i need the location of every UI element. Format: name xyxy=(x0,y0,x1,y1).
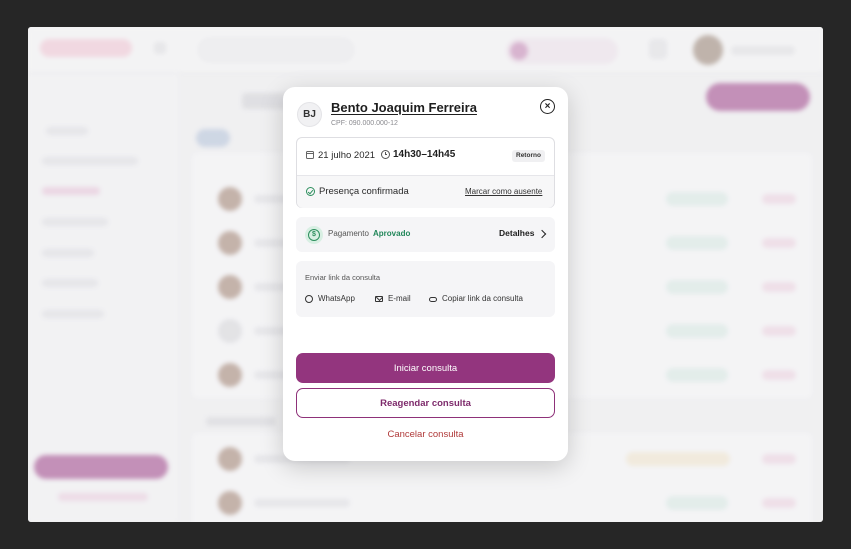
cancel-consultation-button[interactable]: Cancelar consulta xyxy=(296,427,555,443)
patient-cpf: CPF: 090.000.000-12 xyxy=(331,120,398,127)
dollar-icon xyxy=(305,226,323,244)
presence-row: Presença confirmada Marcar como ausente xyxy=(297,176,554,208)
payment-label: Pagamento xyxy=(328,229,369,238)
payment-row[interactable]: Pagamento Aprovado Detalhes xyxy=(296,217,555,252)
appointment-details: 21 julho 2021 14h30–14h45 Retorno Presen… xyxy=(296,137,555,208)
whatsapp-icon xyxy=(305,295,313,303)
send-link-section: Enviar link da consulta WhatsApp E-mail … xyxy=(296,261,555,317)
patient-name-link[interactable]: Bento Joaquim Ferreira xyxy=(331,100,477,115)
appointment-time: 14h30–14h45 xyxy=(393,149,456,160)
check-circle-icon xyxy=(306,187,315,196)
mark-absent-link[interactable]: Marcar como ausente xyxy=(465,187,542,196)
presence-status: Presença confirmada xyxy=(319,186,409,197)
appointment-schedule: 21 julho 2021 14h30–14h45 Retorno xyxy=(297,138,554,175)
appointment-date: 21 julho 2021 xyxy=(318,150,376,161)
avatar: BJ xyxy=(297,102,322,127)
payment-status: Aprovado xyxy=(373,229,411,238)
reschedule-button[interactable]: Reagendar consulta xyxy=(296,388,555,418)
clock-icon xyxy=(381,150,390,159)
share-whatsapp-label: WhatsApp xyxy=(318,294,355,303)
calendar-icon xyxy=(306,151,314,159)
send-link-title: Enviar link da consulta xyxy=(305,273,381,282)
copy-link-label: Copiar link da consulta xyxy=(442,294,523,303)
close-icon[interactable]: × xyxy=(540,99,555,114)
share-email-label: E-mail xyxy=(388,294,411,303)
mail-icon xyxy=(375,296,383,302)
start-consultation-button[interactable]: Iniciar consulta xyxy=(296,353,555,383)
appointment-modal: BJ Bento Joaquim Ferreira CPF: 090.000.0… xyxy=(283,87,568,461)
chevron-right-icon[interactable] xyxy=(537,229,547,239)
appointment-type-badge: Retorno xyxy=(512,150,545,162)
payment-details-link[interactable]: Detalhes xyxy=(499,228,534,238)
link-icon xyxy=(429,297,437,302)
